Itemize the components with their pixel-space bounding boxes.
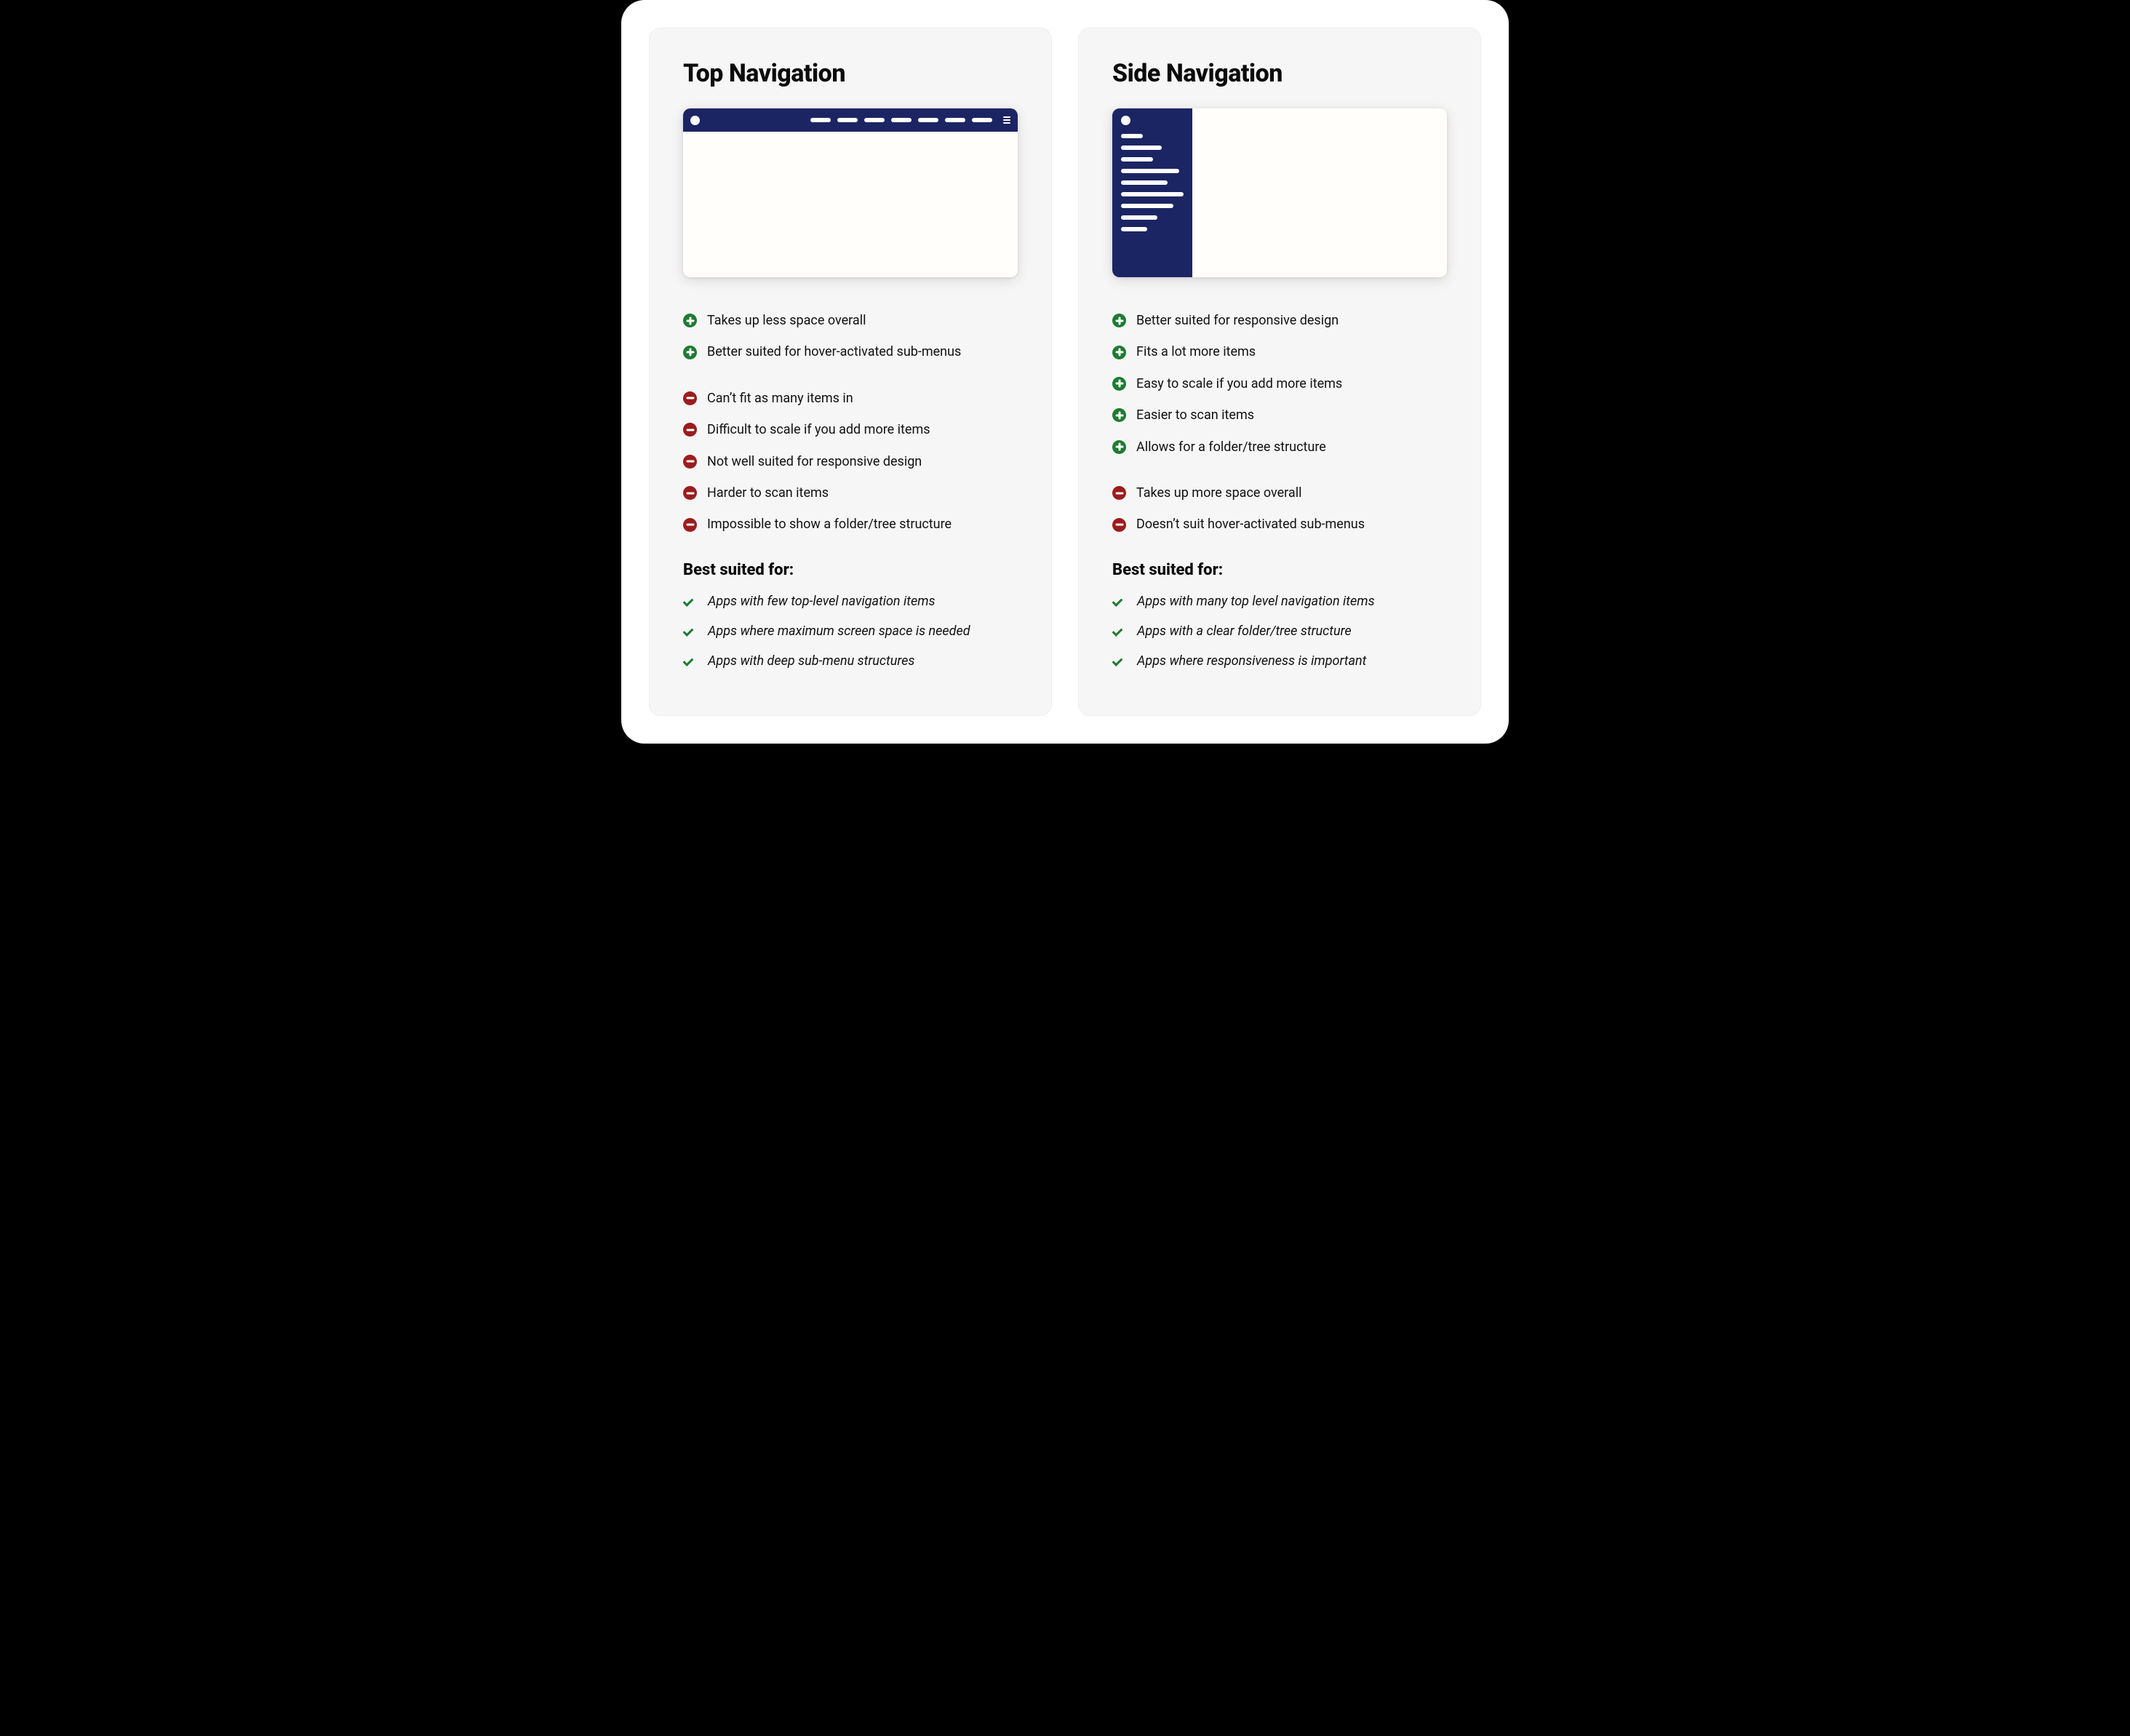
mockup-logo-dot bbox=[690, 116, 700, 125]
con-row: Harder to scan items bbox=[683, 477, 1018, 509]
mockup-side-layout bbox=[1112, 108, 1447, 277]
pro-row: Better suited for responsive design bbox=[1112, 305, 1447, 336]
con-row: Difficult to scale if you add more items bbox=[683, 414, 1018, 445]
minus-circle-icon bbox=[683, 423, 697, 437]
mockup-nav-item bbox=[1121, 192, 1184, 196]
check-icon bbox=[683, 624, 698, 638]
top-nav-pros: Takes up less space overall Better suite… bbox=[683, 305, 1018, 368]
suited-text: Apps where responsiveness is important bbox=[1137, 653, 1366, 669]
suited-text: Apps with deep sub-menu structures bbox=[708, 653, 914, 669]
pro-text: Better suited for responsive design bbox=[1136, 312, 1339, 329]
suited-row: Apps with a clear folder/tree structure bbox=[1112, 616, 1447, 646]
side-nav-mockup bbox=[1112, 108, 1447, 277]
minus-circle-icon bbox=[683, 518, 697, 532]
pro-text: Allows for a folder/tree structure bbox=[1136, 439, 1326, 455]
side-nav-card: Side Navigation bbox=[1078, 28, 1481, 716]
pro-text: Easier to scan items bbox=[1136, 407, 1254, 423]
plus-circle-icon bbox=[1112, 346, 1126, 359]
plus-circle-icon bbox=[683, 314, 697, 327]
suited-text: Apps with few top-level navigation items bbox=[708, 594, 936, 609]
pro-row: Allows for a folder/tree structure bbox=[1112, 431, 1447, 463]
pro-row: Takes up less space overall bbox=[683, 305, 1018, 336]
plus-circle-icon bbox=[1112, 408, 1126, 422]
mockup-nav-item bbox=[1121, 146, 1162, 150]
mockup-top-items bbox=[810, 116, 1010, 124]
check-icon bbox=[683, 594, 698, 608]
pro-text: Fits a lot more items bbox=[1136, 343, 1256, 360]
top-nav-suited-heading: Best suited for: bbox=[683, 561, 1018, 579]
minus-circle-icon bbox=[1112, 518, 1126, 532]
comparison-canvas: Top Navigation Takes up less s bbox=[621, 0, 1509, 744]
top-nav-title: Top Navigation bbox=[683, 59, 1018, 88]
minus-circle-icon bbox=[683, 455, 697, 469]
mockup-nav-item bbox=[1121, 157, 1153, 162]
suited-text: Apps with a clear folder/tree structure bbox=[1137, 624, 1352, 639]
side-nav-suited: Apps with many top level navigation item… bbox=[1112, 586, 1447, 676]
side-nav-cons: Takes up more space overall Doesn’t suit… bbox=[1112, 477, 1447, 541]
con-text: Difficult to scale if you add more items bbox=[707, 421, 930, 438]
mockup-nav-item bbox=[945, 118, 965, 122]
pro-text: Better suited for hover-activated sub-me… bbox=[707, 343, 961, 360]
plus-circle-icon bbox=[683, 346, 697, 359]
con-text: Can’t fit as many items in bbox=[707, 390, 853, 407]
suited-row: Apps where maximum screen space is neede… bbox=[683, 616, 1018, 646]
pro-row: Fits a lot more items bbox=[1112, 336, 1447, 367]
minus-circle-icon bbox=[1112, 486, 1126, 500]
con-text: Impossible to show a folder/tree structu… bbox=[707, 516, 952, 533]
suited-text: Apps with many top level navigation item… bbox=[1137, 594, 1375, 609]
mockup-nav-item bbox=[1121, 134, 1143, 138]
con-row: Impossible to show a folder/tree structu… bbox=[683, 509, 1018, 540]
suited-row: Apps where responsiveness is important bbox=[1112, 646, 1447, 676]
mockup-topbar bbox=[683, 108, 1018, 132]
con-row: Not well suited for responsive design bbox=[683, 446, 1018, 477]
mockup-nav-item bbox=[891, 118, 912, 122]
pro-row: Easy to scale if you add more items bbox=[1112, 368, 1447, 399]
con-text: Doesn’t suit hover-activated sub-menus bbox=[1136, 516, 1365, 533]
side-nav-pros: Better suited for responsive design Fits… bbox=[1112, 305, 1447, 463]
mockup-nav-item bbox=[918, 118, 938, 122]
mockup-nav-item bbox=[1121, 204, 1173, 208]
con-row: Doesn’t suit hover-activated sub-menus bbox=[1112, 509, 1447, 540]
check-icon bbox=[683, 653, 698, 668]
pro-row: Easier to scan items bbox=[1112, 399, 1447, 431]
plus-circle-icon bbox=[1112, 314, 1126, 327]
plus-circle-icon bbox=[1112, 377, 1126, 391]
con-text: Harder to scan items bbox=[707, 485, 829, 501]
suited-row: Apps with many top level navigation item… bbox=[1112, 586, 1447, 616]
top-nav-suited: Apps with few top-level navigation items… bbox=[683, 586, 1018, 676]
check-icon bbox=[1112, 653, 1127, 668]
mockup-logo-dot bbox=[1121, 116, 1130, 125]
minus-circle-icon bbox=[683, 391, 697, 405]
side-nav-title: Side Navigation bbox=[1112, 59, 1447, 88]
con-row: Can’t fit as many items in bbox=[683, 383, 1018, 414]
mockup-side-items bbox=[1121, 134, 1184, 231]
pro-text: Easy to scale if you add more items bbox=[1136, 375, 1342, 392]
mockup-nav-item bbox=[1121, 215, 1157, 220]
mockup-nav-item bbox=[1121, 227, 1147, 231]
pro-row: Better suited for hover-activated sub-me… bbox=[683, 336, 1018, 367]
con-row: Takes up more space overall bbox=[1112, 477, 1447, 509]
plus-circle-icon bbox=[1112, 440, 1126, 454]
top-nav-card: Top Navigation Takes up less s bbox=[649, 28, 1052, 716]
mockup-sidebar bbox=[1112, 108, 1192, 277]
top-nav-cons: Can’t fit as many items in Difficult to … bbox=[683, 383, 1018, 541]
suited-text: Apps where maximum screen space is neede… bbox=[708, 624, 970, 639]
check-icon bbox=[1112, 594, 1127, 608]
side-nav-suited-heading: Best suited for: bbox=[1112, 561, 1447, 579]
con-text: Not well suited for responsive design bbox=[707, 453, 922, 470]
mockup-nav-item bbox=[810, 118, 831, 122]
mockup-nav-item bbox=[864, 118, 885, 122]
minus-circle-icon bbox=[683, 486, 697, 500]
check-icon bbox=[1112, 624, 1127, 638]
mockup-nav-item bbox=[837, 118, 858, 122]
mockup-nav-item bbox=[972, 118, 992, 122]
mockup-nav-item bbox=[1121, 169, 1179, 173]
top-nav-mockup bbox=[683, 108, 1018, 277]
con-text: Takes up more space overall bbox=[1136, 485, 1301, 501]
suited-row: Apps with few top-level navigation items bbox=[683, 586, 1018, 616]
mockup-nav-item bbox=[1121, 180, 1168, 185]
pro-text: Takes up less space overall bbox=[707, 312, 866, 329]
hamburger-icon bbox=[1003, 116, 1010, 124]
suited-row: Apps with deep sub-menu structures bbox=[683, 646, 1018, 676]
